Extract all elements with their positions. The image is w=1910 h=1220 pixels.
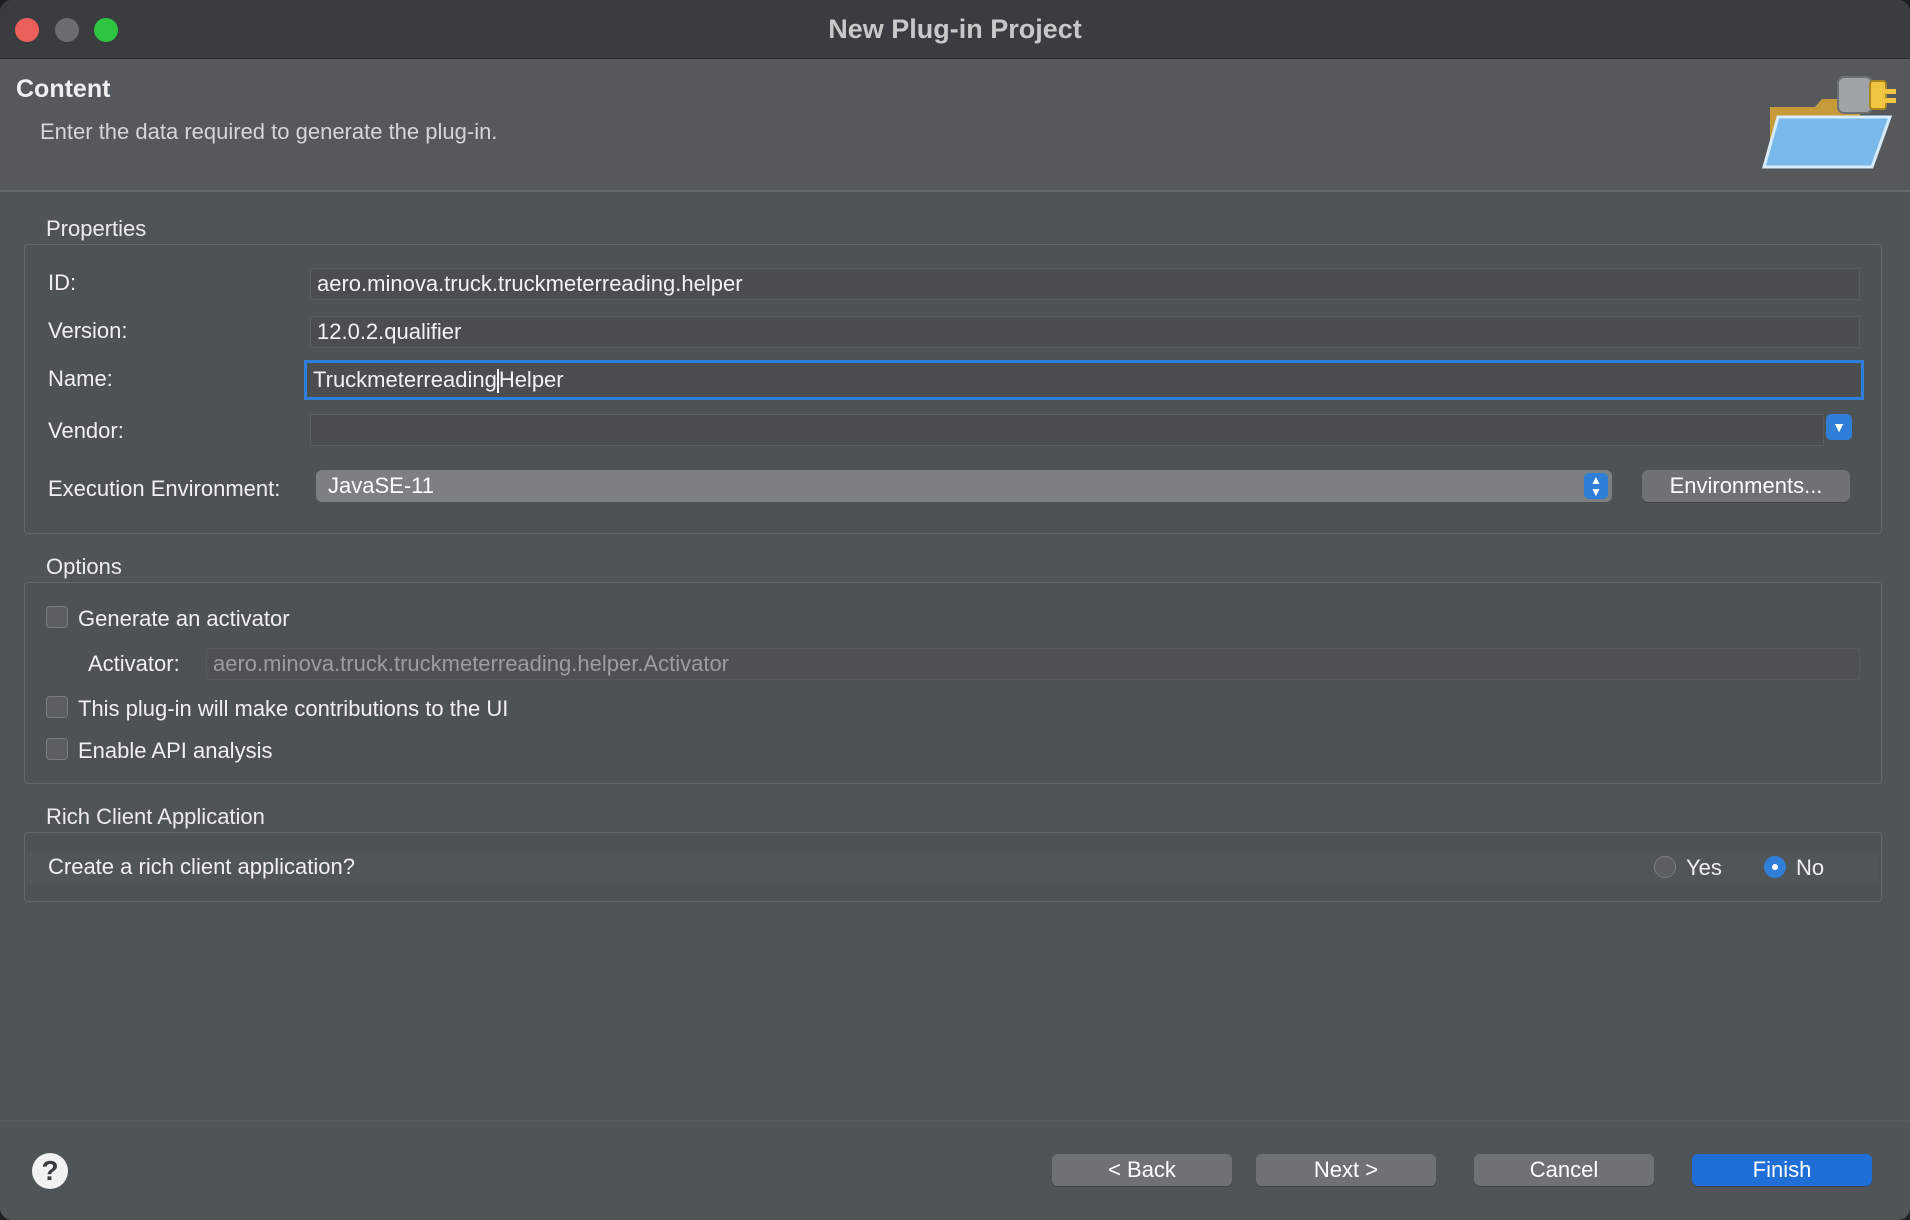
name-value-after-caret: Helper — [498, 367, 564, 392]
api-analysis-label: Enable API analysis — [78, 738, 273, 763]
environments-button[interactable]: Environments... — [1642, 470, 1850, 502]
next-button[interactable]: Next > — [1256, 1154, 1436, 1186]
help-icon[interactable]: ? — [32, 1153, 68, 1189]
updown-chevron-icon: ▲ ▼ — [1584, 473, 1608, 499]
dialog-window: New Plug-in Project Content Enter the da… — [0, 0, 1910, 1220]
rca-yes-label: Yes — [1686, 855, 1722, 880]
version-field[interactable]: 12.0.2.qualifier — [310, 316, 1860, 348]
generate-activator-checkbox[interactable] — [46, 606, 68, 628]
id-field[interactable]: aero.minova.truck.truckmeterreading.help… — [310, 268, 1860, 300]
exec-env-select[interactable]: JavaSE-11 ▲ ▼ — [316, 470, 1612, 502]
version-label: Version: — [48, 318, 128, 343]
rca-section-title: Rich Client Application — [46, 804, 265, 829]
exec-env-value: JavaSE-11 — [328, 473, 434, 498]
title-bar: New Plug-in Project — [0, 0, 1910, 59]
properties-section-title: Properties — [46, 216, 147, 241]
ui-contributions-label: This plug-in will make contributions to … — [78, 696, 509, 721]
rca-no-label: No — [1796, 855, 1825, 880]
name-field[interactable]: TruckmeterreadingHelper — [304, 360, 1864, 400]
ui-contributions-checkbox[interactable] — [46, 696, 68, 718]
vendor-label: Vendor: — [48, 418, 124, 443]
generate-activator-label: Generate an activator — [78, 606, 290, 631]
vendor-dropdown-button[interactable]: ▼ — [1826, 414, 1852, 440]
window-title: New Plug-in Project — [828, 14, 1082, 44]
footer-divider — [0, 1120, 1910, 1122]
finish-button[interactable]: Finish — [1692, 1154, 1872, 1186]
rca-no-radio[interactable] — [1764, 856, 1786, 878]
name-label: Name: — [48, 366, 113, 391]
api-analysis-checkbox[interactable] — [46, 738, 68, 760]
activator-label: Activator: — [88, 651, 180, 676]
options-section-title: Options — [46, 554, 122, 579]
activator-field[interactable]: aero.minova.truck.truckmeterreading.help… — [206, 648, 1860, 680]
name-value-before-caret: Truckmeterreading — [313, 367, 497, 392]
folder-plugin-icon — [1762, 76, 1896, 169]
wizard-header: Content Enter the data required to gener… — [0, 59, 1910, 192]
page-description: Enter the data required to generate the … — [40, 119, 498, 144]
cancel-button[interactable]: Cancel — [1474, 1154, 1654, 1186]
page-title: Content — [16, 75, 111, 103]
back-button[interactable]: < Back — [1052, 1154, 1232, 1186]
id-label: ID: — [48, 270, 77, 295]
vendor-combo[interactable] — [310, 414, 1824, 446]
rca-question-label: Create a rich client application? — [48, 854, 355, 879]
chevron-down-icon: ▼ — [1832, 419, 1846, 435]
rca-yes-radio[interactable] — [1654, 856, 1676, 878]
options-group — [24, 582, 1882, 784]
exec-env-label: Execution Environment: — [48, 476, 281, 501]
